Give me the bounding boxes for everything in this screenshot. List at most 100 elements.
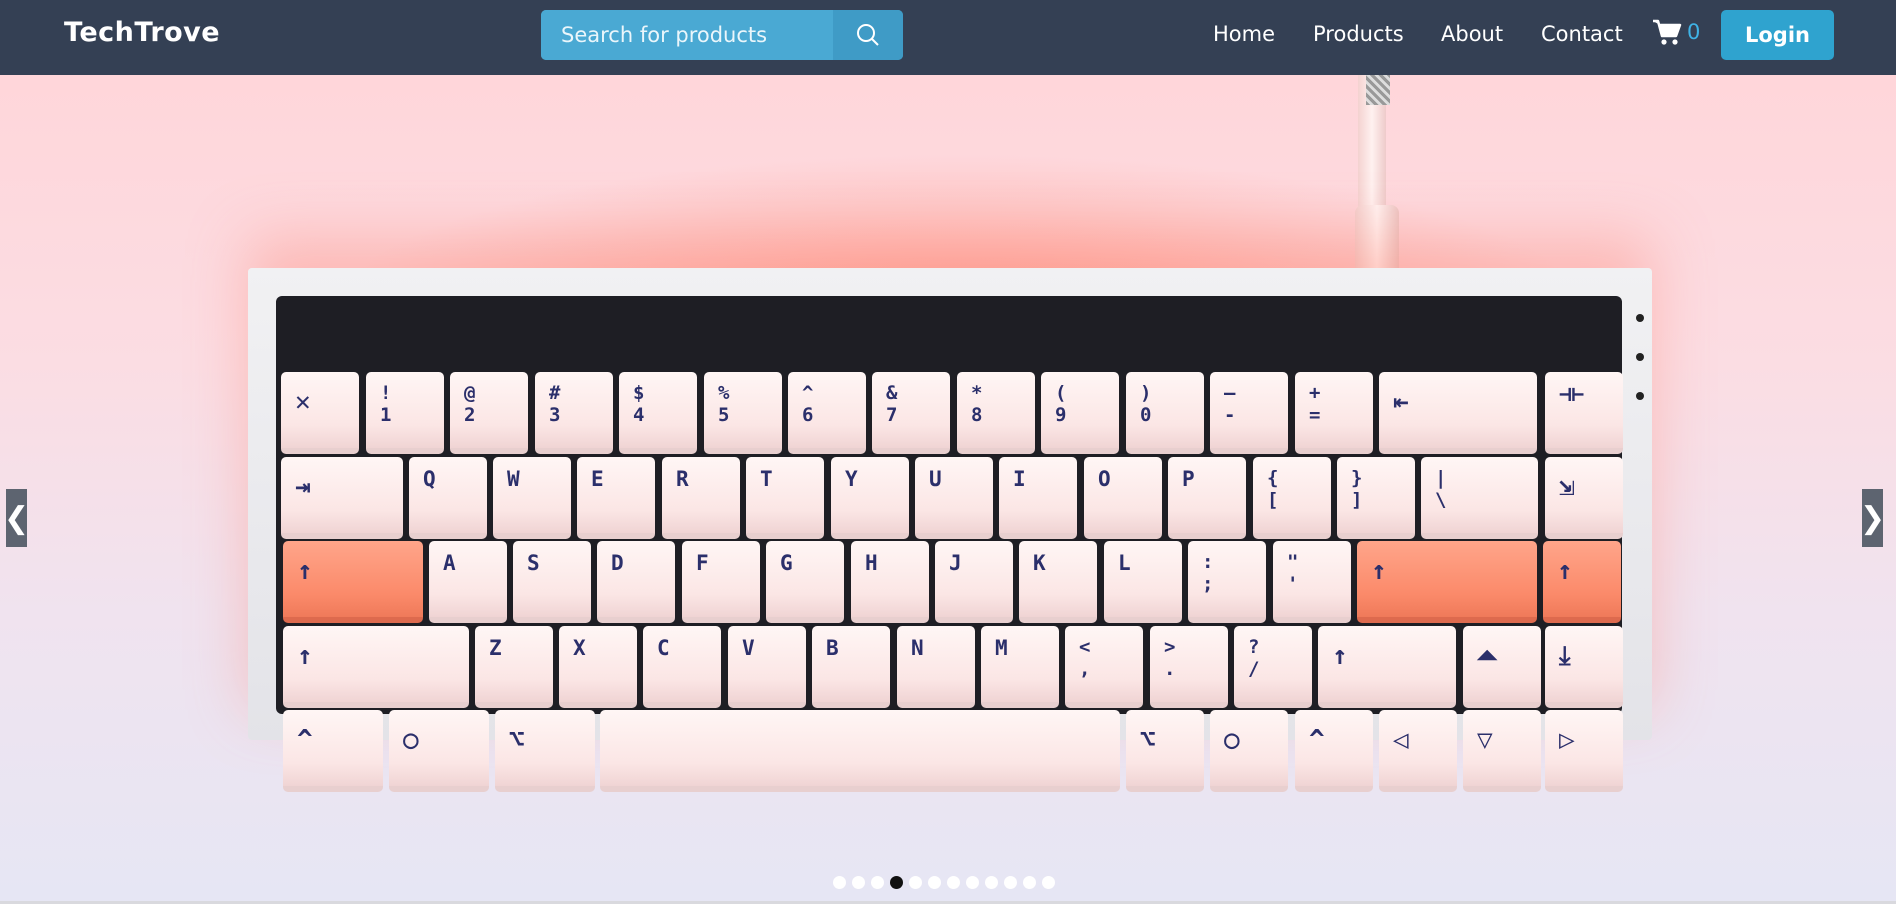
keyboard-key: @ 2: [450, 372, 528, 454]
carousel-dot[interactable]: [852, 876, 865, 889]
keyboard-key: & 7: [872, 372, 950, 454]
keyboard-key: ↑: [1318, 626, 1456, 708]
keyboard-key: F: [682, 541, 760, 623]
login-button[interactable]: Login: [1721, 10, 1834, 60]
keyboard-key: R: [662, 457, 740, 539]
keyboard-key: A: [429, 541, 507, 623]
keyboard-key: + =: [1295, 372, 1373, 454]
keyboard-key: ✕: [281, 372, 359, 454]
cable-braid: [1366, 75, 1390, 105]
keyboard-key: M: [981, 626, 1059, 708]
carousel-dot[interactable]: [871, 876, 884, 889]
carousel-dot[interactable]: [890, 876, 903, 889]
keyboard-key: Q: [409, 457, 487, 539]
keyboard-key: N: [897, 626, 975, 708]
keyboard-key: ⇥: [281, 457, 403, 539]
keyboard-key: ⌥: [495, 710, 595, 792]
keyboard-key: ⇤: [1379, 372, 1537, 454]
keyboard-key: $ 4: [619, 372, 697, 454]
keyboard-key: ↑: [1543, 541, 1621, 623]
keyboard-key: } ]: [1337, 457, 1415, 539]
keyboard-key: J: [935, 541, 1013, 623]
carousel-prev-button[interactable]: ❮: [4, 489, 29, 547]
keyboard-key: ^ 6: [788, 372, 866, 454]
keyboard-key: S: [513, 541, 591, 623]
keyboard-key: K: [1019, 541, 1097, 623]
keyboard-key: ⇲: [1545, 457, 1623, 539]
keyboard-key: D: [597, 541, 675, 623]
keyboard-key: " ': [1273, 541, 1351, 623]
keyboard-key: % 5: [704, 372, 782, 454]
carousel-dot[interactable]: [909, 876, 922, 889]
keyboard-key: X: [559, 626, 637, 708]
carousel-dot[interactable]: [1004, 876, 1017, 889]
nav-home-link[interactable]: Home: [1213, 22, 1275, 46]
carousel-dot[interactable]: [985, 876, 998, 889]
keyboard-key: ◁: [1379, 710, 1457, 792]
search-bar: [541, 10, 903, 60]
carousel-dot[interactable]: [966, 876, 979, 889]
keyboard-key: [600, 710, 1120, 792]
keyboard-key: ○: [389, 710, 489, 792]
cart-icon: [1653, 19, 1682, 45]
keyboard-key: # 3: [535, 372, 613, 454]
nav-contact-link[interactable]: Contact: [1541, 22, 1623, 46]
keyboard-key: H: [851, 541, 929, 623]
keyboard-key: ○: [1210, 710, 1288, 792]
keyboard-key: W: [493, 457, 571, 539]
keyboard-key: T: [746, 457, 824, 539]
keyboard-key: { [: [1253, 457, 1331, 539]
keyboard-key: B: [812, 626, 890, 708]
keyboard-key: ⌥: [1126, 710, 1204, 792]
keyboard-key: V: [728, 626, 806, 708]
keyboard-key: O: [1084, 457, 1162, 539]
brand-logo[interactable]: TechTrove: [64, 17, 220, 48]
keyboard-key: ^: [283, 710, 383, 792]
keyboard-key: I: [999, 457, 1077, 539]
keyboard-key: E: [577, 457, 655, 539]
keyboard-key: ⏶: [1463, 626, 1541, 708]
keyboard-key: ↑: [1357, 541, 1537, 623]
keyboard-key: ! 1: [366, 372, 444, 454]
keyboard-key: * 8: [957, 372, 1035, 454]
keyboard-key: ( 9: [1041, 372, 1119, 454]
carousel-dot[interactable]: [833, 876, 846, 889]
keyboard-key: ▷: [1545, 710, 1623, 792]
cart-button[interactable]: 0: [1652, 18, 1700, 46]
keyboard-key: ↑: [283, 541, 423, 623]
keyboard-key: G: [766, 541, 844, 623]
keyboard-key: – -: [1210, 372, 1288, 454]
carousel-dot[interactable]: [1023, 876, 1036, 889]
nav-products-link[interactable]: Products: [1313, 22, 1404, 46]
search-input[interactable]: [541, 10, 833, 60]
search-icon: [857, 24, 879, 46]
keyboard-key: < ,: [1065, 626, 1143, 708]
carousel-dot[interactable]: [947, 876, 960, 889]
keyboard-key: C: [643, 626, 721, 708]
top-navbar: TechTrove Home Products About Contact 0 …: [0, 0, 1896, 75]
carousel-next-button[interactable]: ❯: [1860, 489, 1885, 547]
carousel-dot[interactable]: [928, 876, 941, 889]
keyboard-key: P: [1168, 457, 1246, 539]
cart-count: 0: [1687, 20, 1701, 44]
keyboard-key: ▽: [1463, 710, 1541, 792]
keyboard-key: Y: [831, 457, 909, 539]
keyboard-key: ^: [1295, 710, 1373, 792]
keyboard-key: ) 0: [1126, 372, 1204, 454]
keyboard-key: U: [915, 457, 993, 539]
keyboard-key: > .: [1150, 626, 1228, 708]
search-button[interactable]: [833, 10, 903, 60]
keyboard-key: | \: [1421, 457, 1538, 539]
keyboard-key: Z: [475, 626, 553, 708]
nav-about-link[interactable]: About: [1441, 22, 1503, 46]
keyboard-key: : ;: [1188, 541, 1266, 623]
hero-carousel: ✕! 1 @ 2 # 3 $ 4% 5 ^ 6 & 7 * 8( 9) 0– - + = ⇤ ⊣⊢…: [0, 75, 1896, 901]
indicator-led: [1636, 314, 1644, 322]
keyboard-key: ? /: [1234, 626, 1312, 708]
keyboard-key: ⊣⊢: [1545, 372, 1623, 454]
indicator-led: [1636, 353, 1644, 361]
carousel-dot[interactable]: [1042, 876, 1055, 889]
keyboard-key: ⤓: [1545, 626, 1623, 708]
keyboard-key: ↑: [283, 626, 469, 708]
keyboard-key: L: [1104, 541, 1182, 623]
